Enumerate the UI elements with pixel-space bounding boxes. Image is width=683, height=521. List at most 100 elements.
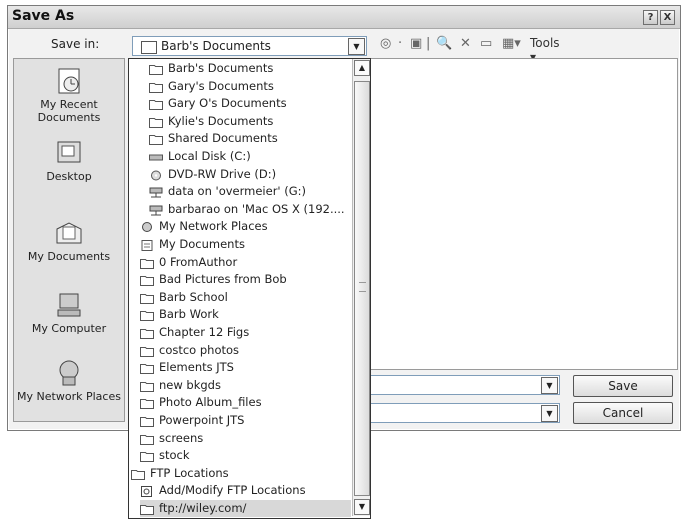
dialog-title: Save As [12, 8, 75, 24]
place-label: My Network Places [17, 390, 121, 403]
chevron-down-icon[interactable]: ▼ [348, 38, 365, 55]
dropdown-item-label: Elements JTS [159, 360, 234, 375]
close-button[interactable]: X [660, 10, 675, 25]
network-drive-icon [149, 204, 163, 216]
dropdown-item-label: new bkgds [159, 377, 221, 392]
dropdown-item[interactable]: costco photos [140, 342, 351, 359]
folder-icon [140, 362, 154, 375]
dropdown-item[interactable]: ftp://wiley.com/ [140, 500, 351, 517]
dropdown-item[interactable]: Local Disk (C:) [149, 148, 351, 165]
back-icon[interactable]: ◎ [380, 36, 391, 51]
dropdown-item[interactable]: Gary's Documents [149, 78, 351, 95]
file-name-combo[interactable]: ▼ [370, 375, 560, 395]
dropdown-item[interactable]: Powerpoint JTS [140, 412, 351, 429]
dropdown-item-label: Barb School [159, 289, 228, 304]
dropdown-item[interactable]: Photo Album_files [140, 394, 351, 411]
dropdown-item[interactable]: Add/Modify FTP Locations [140, 482, 351, 499]
dropdown-item-label: Local Disk (C:) [168, 149, 251, 163]
place-my-network-places[interactable]: My Network Places [14, 359, 124, 403]
folder-icon [140, 345, 154, 357]
dropdown-item[interactable]: screens [140, 430, 351, 447]
dropdown-item-label: Chapter 12 Figs [159, 325, 250, 339]
network-places-icon [59, 360, 79, 386]
separator: | [426, 36, 431, 51]
network-icon [140, 221, 154, 233]
dropdown-item-label: screens [159, 430, 204, 445]
dropdown-item[interactable]: Gary O's Documents [149, 95, 351, 112]
disk-icon [149, 151, 163, 162]
dropdown-item-label: My Documents [159, 237, 245, 251]
dropdown-item[interactable]: My Documents [140, 236, 351, 253]
views-icon[interactable]: ▦▾ [502, 36, 521, 51]
dropdown-scrollbar[interactable]: ▲ ▼ [352, 59, 370, 516]
dropdown-item-label: Photo Album_files [159, 395, 262, 410]
folder-icon [140, 327, 154, 339]
delete-icon[interactable]: ✕ [460, 36, 471, 51]
save-in-combo[interactable]: Barb's Documents ▼ [132, 36, 367, 56]
dropdown-item[interactable]: Chapter 12 Figs [140, 324, 351, 341]
folder-icon [149, 63, 163, 75]
dropdown-item-label: Shared Documents [168, 131, 278, 146]
dropdown-item-label: ftp://wiley.com/ [159, 501, 247, 515]
save-in-dropdown-list[interactable]: Barb's Documents Gary's Documents Gary O's… [128, 58, 371, 519]
dropdown-item[interactable]: Elements JTS [140, 359, 351, 376]
dropdown-item[interactable]: Barb's Documents [149, 60, 351, 77]
save-as-type-combo[interactable]: ▼ [370, 403, 560, 423]
dropdown-item-label: Barb Work [159, 307, 219, 322]
dropdown-item-label: costco photos [159, 342, 240, 357]
my-documents-icon [56, 222, 82, 244]
folder-icon [140, 450, 154, 463]
folder-icon [149, 133, 163, 146]
help-button[interactable]: ? [643, 10, 658, 25]
save-button[interactable]: Save [573, 375, 673, 397]
chevron-down-icon[interactable]: ▼ [541, 405, 558, 422]
save-in-label: Save in: [51, 37, 100, 51]
place-label: Desktop [46, 170, 92, 183]
cancel-button[interactable]: Cancel [573, 402, 673, 424]
dropdown-item[interactable]: barbarao on 'Mac OS X (192.... [149, 201, 351, 218]
dropdown-item[interactable]: 0 FromAuthor [140, 254, 351, 271]
recent-documents-icon [58, 68, 80, 94]
documents-icon [140, 239, 154, 251]
chevron-down-icon[interactable]: ▼ [541, 377, 558, 394]
dropdown-item-label: FTP Locations [150, 465, 229, 480]
scroll-down-icon[interactable]: ▼ [354, 499, 370, 515]
dropdown-item[interactable]: stock [140, 447, 351, 464]
dropdown-item[interactable]: Bad Pictures from Bob [140, 271, 351, 288]
folder-icon [140, 397, 154, 410]
dropdown-item[interactable]: Kylie's Documents [149, 113, 351, 130]
dropdown-item-label: Kylie's Documents [168, 113, 274, 128]
save-in-value: Barb's Documents [161, 39, 271, 53]
place-desktop[interactable]: Desktop [14, 139, 124, 183]
folder-icon [140, 257, 154, 269]
scroll-thumb[interactable] [354, 81, 370, 496]
grip-icon [359, 282, 366, 292]
up-folder-icon[interactable]: ▣ [410, 36, 422, 51]
dropdown-item[interactable]: FTP Locations [131, 465, 351, 482]
desktop-icon [57, 141, 81, 163]
place-label: My Documents [27, 250, 111, 263]
place-label: My Recent Documents [37, 98, 101, 124]
dropdown-item[interactable]: Shared Documents [149, 130, 351, 147]
dropdown-item[interactable]: DVD-RW Drive (D:) [149, 166, 351, 183]
dropdown-item-label: Bad Pictures from Bob [159, 272, 287, 287]
ftp-icon [140, 485, 154, 498]
new-folder-icon[interactable]: ▭ [480, 36, 492, 51]
folder-icon [149, 81, 163, 93]
folder-icon [140, 309, 154, 322]
folder-icon [140, 415, 154, 427]
places-bar: My Recent Documents Desktop My Documents… [13, 58, 125, 422]
folder-icon [140, 433, 154, 445]
dropdown-item[interactable]: new bkgds [140, 377, 351, 394]
place-my-documents[interactable]: My Documents [14, 219, 124, 263]
dropdown-item[interactable]: My Network Places [140, 218, 351, 235]
place-my-recent-documents[interactable]: My Recent Documents [14, 67, 124, 124]
dropdown-item-label: stock [159, 448, 190, 463]
search-icon[interactable]: 🔍 [436, 36, 452, 51]
separator-dot: · [398, 36, 403, 51]
scroll-up-icon[interactable]: ▲ [354, 60, 370, 76]
dropdown-item[interactable]: Barb School [140, 289, 351, 306]
place-my-computer[interactable]: My Computer [14, 291, 124, 335]
dropdown-item[interactable]: Barb Work [140, 306, 351, 323]
dropdown-item[interactable]: data on 'overmeier' (G:) [149, 183, 351, 200]
